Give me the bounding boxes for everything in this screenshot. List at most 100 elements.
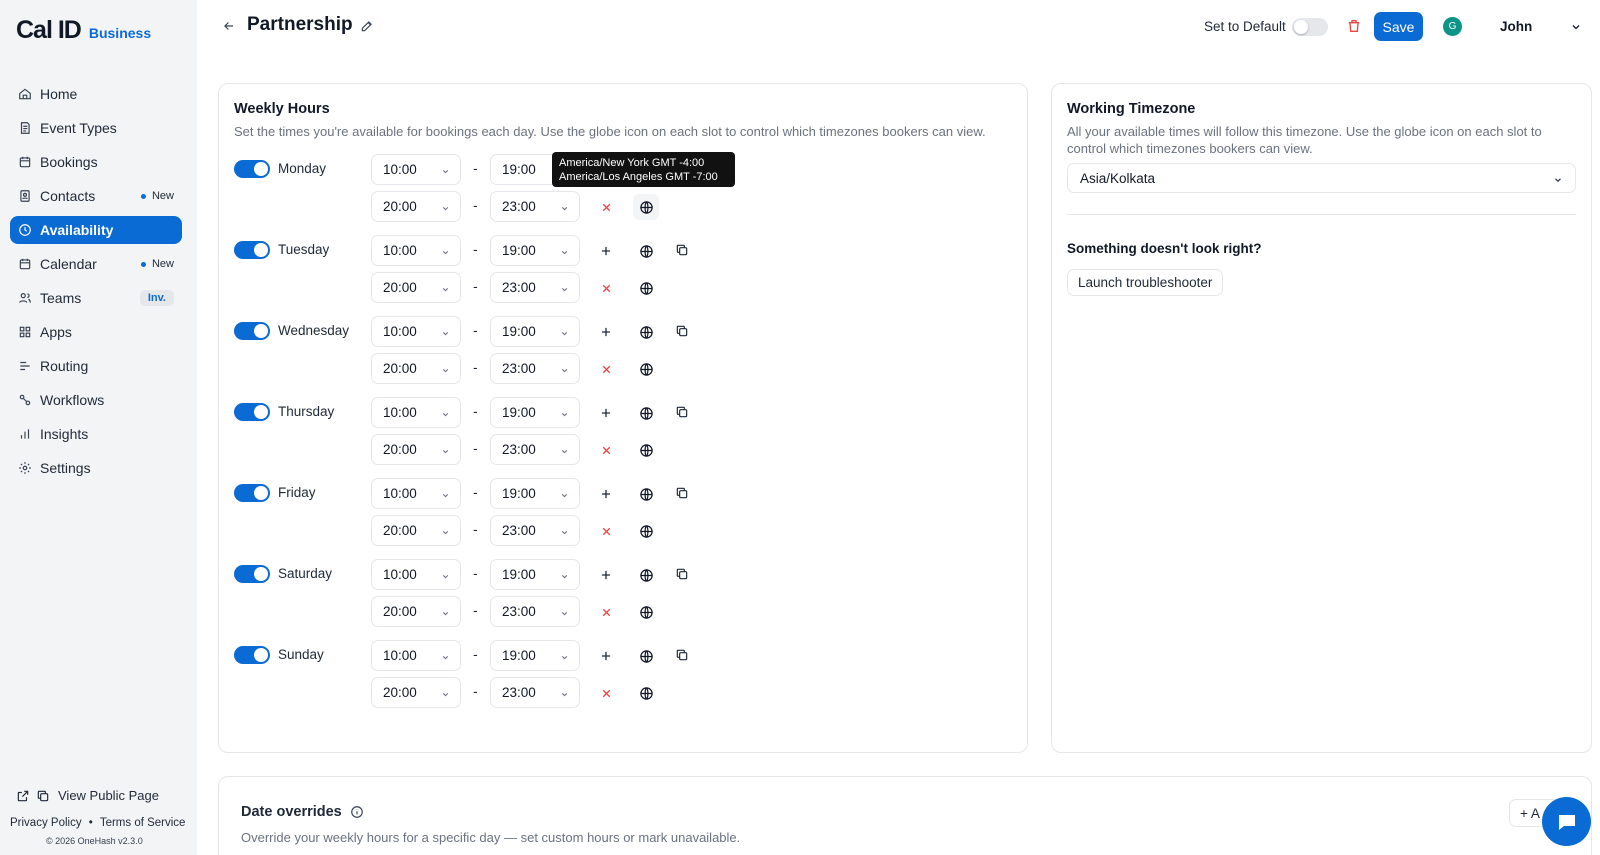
globe-icon[interactable] (635, 321, 657, 343)
start-time-select[interactable]: 20:00 (371, 596, 461, 627)
trash-icon[interactable] (1346, 18, 1362, 34)
globe-icon[interactable] (635, 277, 657, 299)
end-time-select[interactable]: 23:00 (490, 677, 580, 708)
chevron-down-icon (442, 412, 449, 417)
day-name: Wednesday (278, 323, 350, 338)
end-time-select[interactable]: 23:00 (490, 515, 580, 546)
copy-icon[interactable] (671, 320, 693, 342)
globe-icon[interactable] (635, 601, 657, 623)
end-time-select[interactable]: 19:00 (490, 235, 580, 266)
end-time-select[interactable]: 23:00 (490, 596, 580, 627)
chat-widget-button[interactable] (1542, 797, 1591, 846)
day-toggle[interactable] (234, 646, 270, 664)
avatar[interactable]: G (1443, 17, 1462, 36)
start-time-select[interactable]: 10:00 (371, 235, 461, 266)
set-default-toggle[interactable] (1292, 18, 1328, 36)
globe-icon[interactable] (635, 564, 657, 586)
remove-slot-icon[interactable] (595, 682, 617, 704)
remove-slot-icon[interactable] (595, 601, 617, 623)
globe-icon[interactable] (635, 439, 657, 461)
copy-icon[interactable] (671, 482, 693, 504)
sidebar-item-contacts[interactable]: Contacts New (10, 182, 182, 210)
end-time-select[interactable]: 23:00 (490, 353, 580, 384)
start-time-select[interactable]: 20:00 (371, 434, 461, 465)
brand-logo[interactable]: Cal ID Business (16, 16, 151, 45)
sidebar-item-event-types[interactable]: Event Types (10, 114, 182, 142)
start-time-select[interactable]: 20:00 (371, 272, 461, 303)
start-time-select[interactable]: 10:00 (371, 478, 461, 509)
sidebar-item-availability[interactable]: Availability (10, 216, 182, 244)
chevron-down-icon[interactable] (1570, 21, 1582, 33)
day-toggle[interactable] (234, 484, 270, 502)
sidebar-item-settings[interactable]: Settings (10, 454, 182, 482)
globe-icon[interactable] (633, 194, 659, 220)
sidebar-item-insights[interactable]: Insights (10, 420, 182, 448)
end-time-select[interactable]: 19:00 (490, 478, 580, 509)
sidebar-item-apps[interactable]: Apps (10, 318, 182, 346)
copy-icon[interactable] (671, 563, 693, 585)
remove-slot-icon[interactable] (595, 196, 617, 218)
workflow-icon (19, 394, 31, 406)
sidebar-item-teams[interactable]: Teams Inv. (10, 284, 182, 312)
copy-icon[interactable] (671, 239, 693, 261)
globe-icon[interactable] (635, 682, 657, 704)
add-slot-icon[interactable] (595, 402, 617, 424)
end-time-select[interactable]: 23:00 (490, 191, 580, 222)
remove-slot-icon[interactable] (595, 277, 617, 299)
start-time-select[interactable]: 10:00 (371, 154, 461, 185)
sidebar-item-routing[interactable]: Routing (10, 352, 182, 380)
add-slot-icon[interactable] (595, 564, 617, 586)
user-name[interactable]: John (1500, 19, 1532, 34)
day-toggle[interactable] (234, 160, 270, 178)
remove-slot-icon[interactable] (595, 520, 617, 542)
add-slot-icon[interactable] (595, 483, 617, 505)
start-time-select[interactable]: 10:00 (371, 316, 461, 347)
sidebar-item-calendar[interactable]: Calendar New (10, 250, 182, 278)
day-toggle[interactable] (234, 241, 270, 259)
start-time-select[interactable]: 10:00 (371, 397, 461, 428)
start-time-select[interactable]: 20:00 (371, 191, 461, 222)
chevron-down-icon (442, 368, 449, 373)
pencil-icon[interactable] (360, 19, 374, 33)
start-time-select[interactable]: 20:00 (371, 515, 461, 546)
globe-icon[interactable] (635, 520, 657, 542)
view-public-page-link[interactable]: View Public Page (16, 788, 159, 803)
end-time-select[interactable]: 19:00 (490, 640, 580, 671)
globe-icon[interactable] (635, 240, 657, 262)
start-time-select[interactable]: 10:00 (371, 640, 461, 671)
day-toggle[interactable] (234, 322, 270, 340)
start-time-select[interactable]: 20:00 (371, 677, 461, 708)
end-time-select[interactable]: 19:00 (490, 316, 580, 347)
add-slot-icon[interactable] (595, 240, 617, 262)
save-button[interactable]: Save (1374, 12, 1423, 41)
globe-icon[interactable] (635, 483, 657, 505)
copy-icon[interactable] (671, 644, 693, 666)
day-toggle[interactable] (234, 565, 270, 583)
add-slot-icon[interactable] (595, 645, 617, 667)
terms-of-service-link[interactable]: Terms of Service (100, 817, 186, 829)
day-toggle[interactable] (234, 403, 270, 421)
copy-icon[interactable] (36, 789, 50, 803)
launch-troubleshooter-button[interactable]: Launch troubleshooter (1067, 269, 1224, 296)
start-time-select[interactable]: 10:00 (371, 559, 461, 590)
globe-icon[interactable] (635, 402, 657, 424)
remove-slot-icon[interactable] (595, 439, 617, 461)
sidebar: Cal ID Business Home Event Types Bookings C… (0, 0, 197, 855)
end-time-select[interactable]: 23:00 (490, 272, 580, 303)
sidebar-item-home[interactable]: Home (10, 80, 182, 108)
end-time-select[interactable]: 23:00 (490, 434, 580, 465)
start-time-select[interactable]: 20:00 (371, 353, 461, 384)
sidebar-item-workflows[interactable]: Workflows (10, 386, 182, 414)
sidebar-item-bookings[interactable]: Bookings (10, 148, 182, 176)
remove-slot-icon[interactable] (595, 358, 617, 380)
timezone-select[interactable]: Asia/Kolkata (1067, 163, 1576, 193)
info-icon[interactable] (350, 805, 364, 819)
end-time-select[interactable]: 19:00 (490, 559, 580, 590)
globe-icon[interactable] (635, 645, 657, 667)
copy-icon[interactable] (671, 401, 693, 423)
globe-icon[interactable] (635, 358, 657, 380)
add-slot-icon[interactable] (595, 321, 617, 343)
back-arrow-icon[interactable] (222, 19, 236, 33)
end-time-select[interactable]: 19:00 (490, 397, 580, 428)
privacy-policy-link[interactable]: Privacy Policy (10, 817, 82, 829)
